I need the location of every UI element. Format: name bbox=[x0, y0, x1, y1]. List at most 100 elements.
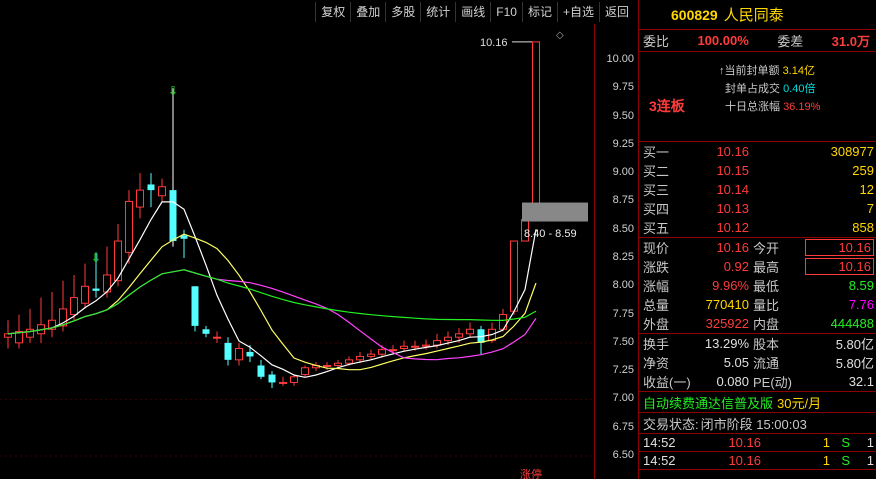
bid-label: 买二 bbox=[643, 164, 670, 179]
price-tick-label: 9.75 bbox=[612, 81, 634, 94]
diamond-icon: ◇ bbox=[556, 30, 564, 41]
candle-body bbox=[455, 333, 463, 338]
seal-ratio-value: 0.40倍 bbox=[783, 83, 816, 95]
bid-price: 10.13 bbox=[716, 201, 749, 216]
candle-body bbox=[532, 41, 540, 221]
toolbar-button-0[interactable]: 复权 bbox=[315, 2, 350, 22]
stat-value: 325922 bbox=[705, 316, 749, 331]
bid-book: 买一 10.16 308977 买二 10.15 259 买三 10.14 12 买四… bbox=[639, 142, 876, 238]
stat-label: 外盘 bbox=[643, 317, 670, 332]
price-tick-label: 9.00 bbox=[612, 166, 634, 179]
high-price-label: 10.16 bbox=[480, 37, 508, 49]
stat-label: 涨跌 bbox=[643, 260, 670, 275]
toolbar-button-7[interactable]: +自选 bbox=[556, 2, 599, 22]
bid-row: 买三 10.14 12 bbox=[639, 180, 876, 199]
toolbar-button-4[interactable]: 画线 bbox=[455, 2, 490, 22]
candle-body bbox=[213, 336, 221, 339]
tick-time: 14:52 bbox=[643, 435, 676, 450]
stat-label: 收益(一) bbox=[643, 375, 691, 390]
stat-value: 0.92 bbox=[723, 259, 749, 274]
toolbar-button-1[interactable]: 叠加 bbox=[350, 2, 385, 22]
price-tick-label: 9.25 bbox=[612, 137, 634, 150]
candle-body bbox=[158, 186, 166, 197]
candle-body bbox=[257, 365, 265, 377]
stock-code: 600829 bbox=[671, 6, 718, 23]
stats-row: 总量 770410 量比 7.76 bbox=[639, 295, 876, 314]
toolbar-button-3[interactable]: 统计 bbox=[420, 2, 455, 22]
weibi-row: 委比 100.00% 委差 31.0万 bbox=[639, 30, 876, 52]
trade-status-row: 交易状态: 闭市阶段 15:00:03 bbox=[639, 413, 876, 434]
price-tick-label: 8.00 bbox=[612, 279, 634, 292]
weicha-label: 委差 bbox=[777, 34, 804, 49]
tick-side: S bbox=[841, 435, 850, 450]
candle-body bbox=[356, 355, 364, 361]
stats-row: 净资 5.05 流通 5.80亿 bbox=[639, 353, 876, 372]
stats-table: 现价 10.16 今开 10.16 涨跌 0.92 最高 10.16 涨幅 9.96… bbox=[639, 238, 876, 334]
stat-label: 净资 bbox=[643, 356, 670, 371]
stat-label: 今开 bbox=[753, 241, 780, 256]
promo-text[interactable]: 自动续费通达信普及版 bbox=[643, 393, 773, 412]
stat-label: PE(动) bbox=[753, 375, 793, 390]
stats-row: 收益(一) 0.080 PE(动) 32.1 bbox=[639, 372, 876, 391]
toolbar-button-8[interactable]: 返回 bbox=[598, 2, 634, 22]
stat-value: 5.05 bbox=[723, 355, 749, 370]
stat-label: 内盘 bbox=[753, 317, 780, 332]
price-tick-label: 7.25 bbox=[612, 364, 634, 377]
tick-volume: 1 bbox=[822, 435, 830, 450]
promo-row[interactable]: 自动续费通达信普及版 30元/月 bbox=[639, 392, 876, 413]
price-tick-label: 10.00 bbox=[606, 53, 634, 65]
candle-body bbox=[290, 376, 298, 383]
bid-price: 10.12 bbox=[716, 220, 749, 235]
limit-up-info: ↑当前封单额 3.14亿 封单占成交 0.40倍 十日总涨幅 36.19% 3连… bbox=[639, 52, 876, 142]
bid-label: 买四 bbox=[643, 202, 670, 217]
candle-body bbox=[378, 349, 386, 355]
quote-panel: 600829 人民同泰 委比 100.00% 委差 31.0万 ↑当前封单额 3… bbox=[638, 0, 876, 479]
bid-price: 10.14 bbox=[716, 182, 749, 197]
bid-row: 买五 10.12 858 bbox=[639, 218, 876, 237]
candle-body bbox=[125, 200, 133, 253]
stat-label: 最低 bbox=[753, 279, 780, 294]
candle-body bbox=[246, 351, 254, 357]
toolbar-button-2[interactable]: 多股 bbox=[385, 2, 420, 22]
stats-table-2: 换手 13.29% 股本 5.80亿 净资 5.05 流通 5.80亿 收益(一) … bbox=[639, 334, 876, 392]
stat-value: 8.59 bbox=[848, 278, 874, 293]
candle-body bbox=[4, 333, 12, 338]
candle-body bbox=[26, 328, 34, 338]
price-tick-label: 6.75 bbox=[612, 420, 634, 433]
stats-row: 涨跌 0.92 最高 10.16 bbox=[639, 257, 876, 276]
seal-value: 3.14亿 bbox=[782, 65, 815, 77]
toolbar-button-5[interactable]: F10 bbox=[490, 2, 522, 22]
stat-value: 32.1 bbox=[848, 374, 874, 389]
candle-body bbox=[92, 288, 100, 291]
streak-badge: 3连板 bbox=[649, 98, 685, 114]
stock-name: 人民同泰 bbox=[723, 7, 784, 24]
stat-label: 换手 bbox=[643, 337, 670, 352]
tick-count: 1 bbox=[866, 435, 874, 450]
stat-label: 总量 bbox=[643, 298, 670, 313]
stat-value: 10.16 bbox=[805, 239, 874, 256]
tick-time: 14:52 bbox=[643, 453, 676, 468]
promo-price[interactable]: 30元/月 bbox=[777, 393, 821, 412]
tick-price: 10.16 bbox=[728, 435, 761, 450]
candle-body bbox=[224, 342, 232, 360]
stat-label: 量比 bbox=[753, 298, 780, 313]
stat-value: 5.80亿 bbox=[835, 337, 874, 352]
candle-body bbox=[411, 345, 419, 348]
candle-body bbox=[191, 286, 199, 326]
kline-canvas[interactable]: 10.16 8.40 - 8.59 涨停 ⇩ ⇩ ◇ bbox=[0, 0, 594, 479]
bid-label: 买五 bbox=[643, 221, 670, 236]
candle-body bbox=[389, 349, 397, 352]
candle-body bbox=[279, 381, 287, 384]
candle-body bbox=[334, 362, 342, 366]
bid-volume: 12 bbox=[859, 182, 874, 197]
price-tick-label: 9.50 bbox=[612, 109, 634, 122]
toolbar-button-6[interactable]: 标记 bbox=[521, 2, 557, 22]
candle-body bbox=[400, 345, 408, 350]
kline-chart[interactable]: 10.16 8.40 - 8.59 涨停 ⇩ ⇩ ◇ 10.00 9.75 9.50 9.25 9… bbox=[0, 0, 638, 479]
bid-price: 10.15 bbox=[716, 163, 749, 178]
price-tick-label: 8.25 bbox=[612, 251, 634, 263]
candle-body bbox=[147, 184, 155, 191]
stat-label: 最高 bbox=[753, 260, 780, 275]
price-tick-label: 7.00 bbox=[612, 392, 634, 405]
price-tick-label: 8.50 bbox=[612, 222, 634, 235]
